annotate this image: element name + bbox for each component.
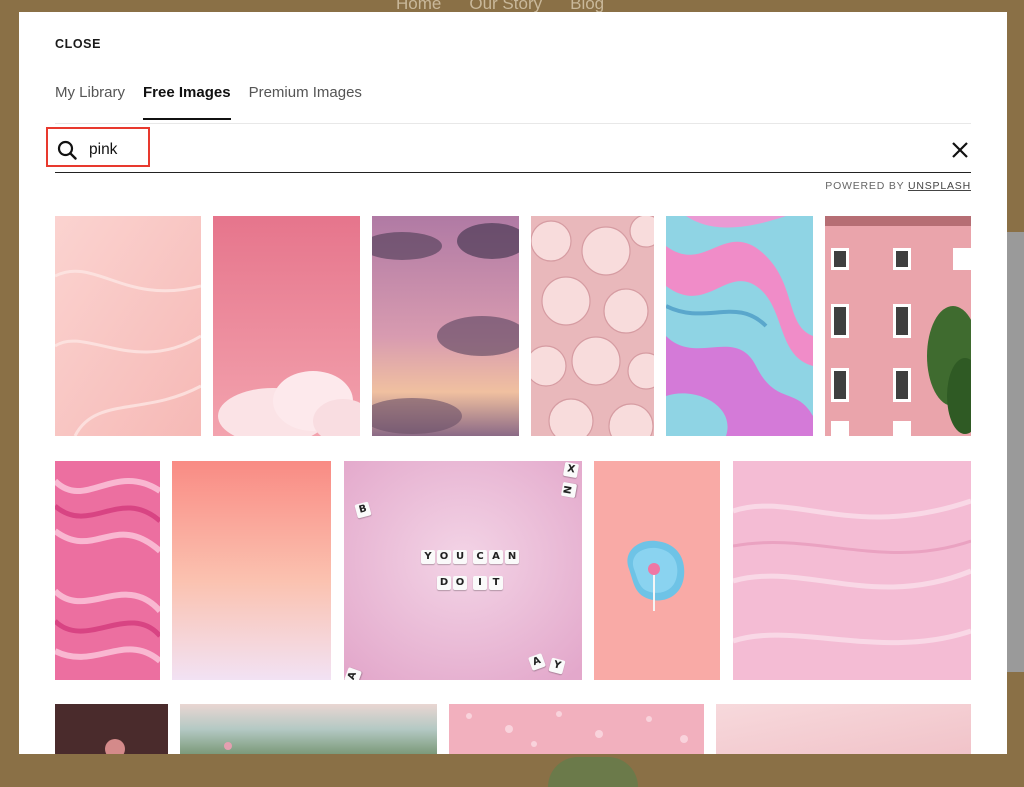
letter-tile: A [489,550,503,564]
letter-tile: X [562,461,580,479]
letter-tile: Y [421,550,435,564]
source-tabs: My Library Free Images Premium Images [55,84,380,120]
image-result[interactable] [666,216,813,436]
background-image-fragment [548,757,638,787]
letter-tile: O [453,576,467,590]
letter-tile: N [560,481,578,499]
powered-by-label: POWERED BY [825,180,905,192]
image-result[interactable] [213,216,360,436]
image-result[interactable] [825,216,971,436]
background-panel [1007,232,1024,672]
image-result[interactable] [531,216,654,436]
image-result[interactable]: Y O U C A N D O I T B X N A Y A [344,461,582,680]
close-button[interactable]: CLOSE [55,37,101,51]
search-input[interactable] [89,137,269,163]
tabs-divider [55,123,971,124]
tab-my-library[interactable]: My Library [55,84,125,120]
powered-by: POWERED BY UNSPLASH [825,180,971,192]
image-result[interactable] [172,461,331,680]
image-picker-modal: CLOSE My Library Free Images Premium Ima… [19,12,1007,754]
image-result[interactable] [733,461,971,680]
unsplash-link[interactable]: UNSPLASH [908,180,971,192]
search-icon [57,140,77,160]
letter-tile: D [437,576,451,590]
search-bar [55,128,971,173]
image-result[interactable] [55,704,168,754]
close-icon[interactable] [951,141,969,159]
image-result[interactable] [594,461,720,680]
image-result[interactable] [180,704,437,754]
image-result[interactable] [55,461,160,680]
letter-tile: N [505,550,519,564]
letter-tile: I [473,576,487,590]
letter-tile: T [489,576,503,590]
tab-premium-images[interactable]: Premium Images [249,84,362,120]
letter-tile: C [473,550,487,564]
image-result[interactable] [449,704,704,754]
image-result[interactable] [55,216,201,436]
image-result[interactable] [372,216,519,436]
image-result[interactable] [716,704,971,754]
tab-free-images[interactable]: Free Images [143,84,231,120]
letter-tile: O [437,550,451,564]
letter-tile: U [453,550,467,564]
